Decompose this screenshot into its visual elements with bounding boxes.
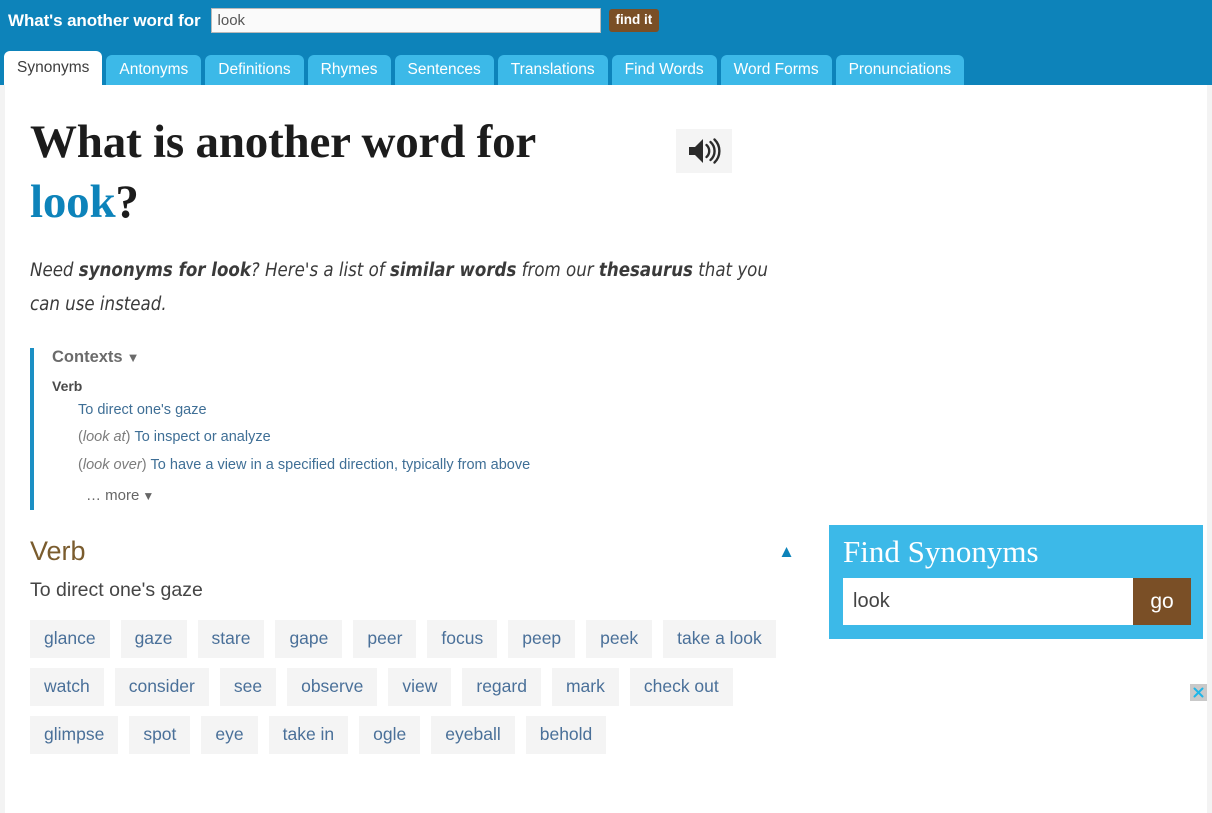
verb-section-definition: To direct one's gaze bbox=[30, 578, 203, 601]
synonym-chip[interactable]: eye bbox=[201, 716, 258, 755]
tab-definitions[interactable]: Definitions bbox=[205, 54, 304, 85]
intro-part1: Need bbox=[30, 260, 79, 282]
tab-pronunciations[interactable]: Pronunciations bbox=[835, 54, 965, 85]
tab-antonyms[interactable]: Antonyms bbox=[106, 54, 202, 85]
synonym-chip[interactable]: glance bbox=[30, 619, 110, 658]
tab-translations[interactable]: Translations bbox=[497, 54, 608, 85]
intro-part2: ? Here's a list of bbox=[250, 260, 390, 282]
synonym-chip[interactable]: consider bbox=[114, 667, 209, 707]
synonym-chip[interactable]: see bbox=[219, 667, 277, 707]
synonym-chip[interactable]: take a look bbox=[663, 619, 776, 658]
contexts-item-text: To have a view in a specified direction,… bbox=[150, 457, 531, 474]
synonym-chip[interactable]: ogle bbox=[359, 716, 421, 755]
find-synonyms-input[interactable] bbox=[843, 578, 1133, 626]
intro-bold2: similar words bbox=[389, 260, 517, 282]
main-column: What is another word for look? Need syno… bbox=[30, 85, 820, 755]
contexts-panel: Contexts ▼ Verb To direct one's gaze (look… bbox=[30, 347, 650, 510]
contexts-item-qualifier: (look over) bbox=[78, 457, 151, 474]
contexts-heading[interactable]: Contexts ▼ bbox=[52, 348, 650, 378]
header-label: What's another word for bbox=[8, 10, 201, 30]
synonym-chip[interactable]: regard bbox=[462, 667, 541, 707]
synonym-chip[interactable]: observe bbox=[287, 667, 378, 707]
speaker-icon[interactable] bbox=[676, 129, 732, 173]
contexts-item[interactable]: To direct one's gaze bbox=[52, 402, 650, 430]
contexts-item-qualifier: (look at) bbox=[78, 429, 135, 446]
chevron-down-icon: ▼ bbox=[126, 349, 140, 365]
synonym-chip[interactable]: check out bbox=[629, 667, 733, 707]
find-synonyms-title: Find Synonyms bbox=[843, 534, 1039, 569]
tab-synonyms[interactable]: Synonyms bbox=[4, 50, 103, 85]
page-title-prefix: What is another word for bbox=[30, 116, 536, 168]
header-search-input[interactable] bbox=[210, 8, 601, 33]
contexts-item[interactable]: (look over) To have a view in a specifie… bbox=[52, 457, 650, 485]
intro-part3: from our bbox=[516, 260, 599, 282]
site-header: What's another word for find it Synonyms… bbox=[0, 0, 1212, 85]
synonym-chip[interactable]: behold bbox=[525, 716, 607, 755]
find-synonyms-row: go bbox=[843, 578, 1191, 626]
tab-rhymes[interactable]: Rhymes bbox=[307, 54, 391, 85]
page-title-word: look bbox=[30, 175, 116, 228]
go-button[interactable]: go bbox=[1133, 578, 1191, 626]
contexts-more-link[interactable]: … more ▼ bbox=[52, 485, 650, 504]
contexts-item-qualifier-text: look at bbox=[82, 429, 126, 446]
intro-bold1: synonyms for look bbox=[78, 260, 251, 282]
chevron-down-icon: ▼ bbox=[142, 488, 155, 503]
page-title-suffix: ? bbox=[115, 175, 139, 228]
contexts-pos-label: Verb bbox=[52, 377, 83, 394]
synonym-chip[interactable]: stare bbox=[197, 619, 265, 658]
synonym-chip[interactable]: gaze bbox=[120, 619, 187, 658]
page-title: What is another word for look? bbox=[30, 113, 650, 232]
verb-section: Verb ▲ To direct one's gaze glance gaze st… bbox=[30, 535, 800, 755]
synonym-chip[interactable]: focus bbox=[427, 619, 498, 658]
nav-tabs: Synonyms Antonyms Definitions Rhymes Sentenc… bbox=[4, 50, 965, 85]
tab-word-forms[interactable]: Word Forms bbox=[720, 54, 832, 85]
synonym-chip[interactable]: mark bbox=[551, 667, 619, 707]
synonym-chip[interactable]: eyeball bbox=[431, 716, 515, 755]
synonym-chip[interactable]: peep bbox=[508, 619, 576, 658]
verb-section-title: Verb bbox=[30, 535, 86, 566]
synonym-chip[interactable]: glimpse bbox=[30, 716, 119, 755]
contexts-item[interactable]: (look at) To inspect or analyze bbox=[52, 429, 650, 457]
page-content: What is another word for look? Need syno… bbox=[0, 85, 1212, 813]
synonym-chip[interactable]: spot bbox=[129, 716, 191, 755]
tab-sentences[interactable]: Sentences bbox=[394, 54, 494, 85]
contexts-heading-label: Contexts bbox=[52, 347, 123, 366]
synonym-chip[interactable]: gape bbox=[275, 619, 343, 658]
contexts-item-qualifier-text: look over bbox=[82, 457, 142, 474]
find-it-button[interactable]: find it bbox=[608, 9, 660, 32]
close-icon[interactable] bbox=[1190, 684, 1207, 701]
intro-bold3: thesaurus bbox=[598, 260, 693, 282]
synonym-chip[interactable]: peek bbox=[586, 619, 653, 658]
intro-paragraph: Need synonyms for look? Here's a list of… bbox=[30, 232, 802, 321]
synonym-chip[interactable]: view bbox=[388, 667, 452, 707]
verb-section-header: Verb ▲ bbox=[30, 535, 800, 566]
synonym-list: glance gaze stare gape peer focus peep peek take… bbox=[30, 602, 820, 755]
find-synonyms-box: Find Synonyms go bbox=[829, 525, 1203, 640]
chevron-up-icon[interactable]: ▲ bbox=[778, 543, 795, 560]
contexts-item-text: To inspect or analyze bbox=[134, 429, 271, 446]
contexts-item-text: To direct one's gaze bbox=[78, 401, 207, 418]
contexts-more-label: … more bbox=[86, 486, 140, 504]
synonym-chip[interactable]: take in bbox=[268, 716, 349, 755]
header-search-row: What's another word for find it bbox=[0, 0, 1212, 34]
synonym-chip[interactable]: peer bbox=[353, 619, 417, 658]
synonym-chip[interactable]: watch bbox=[30, 667, 104, 707]
contexts-item-list: To direct one's gaze (look at) To inspect… bbox=[52, 402, 650, 485]
tab-find-words[interactable]: Find Words bbox=[611, 54, 717, 85]
page-title-row: What is another word for look? bbox=[30, 85, 820, 232]
